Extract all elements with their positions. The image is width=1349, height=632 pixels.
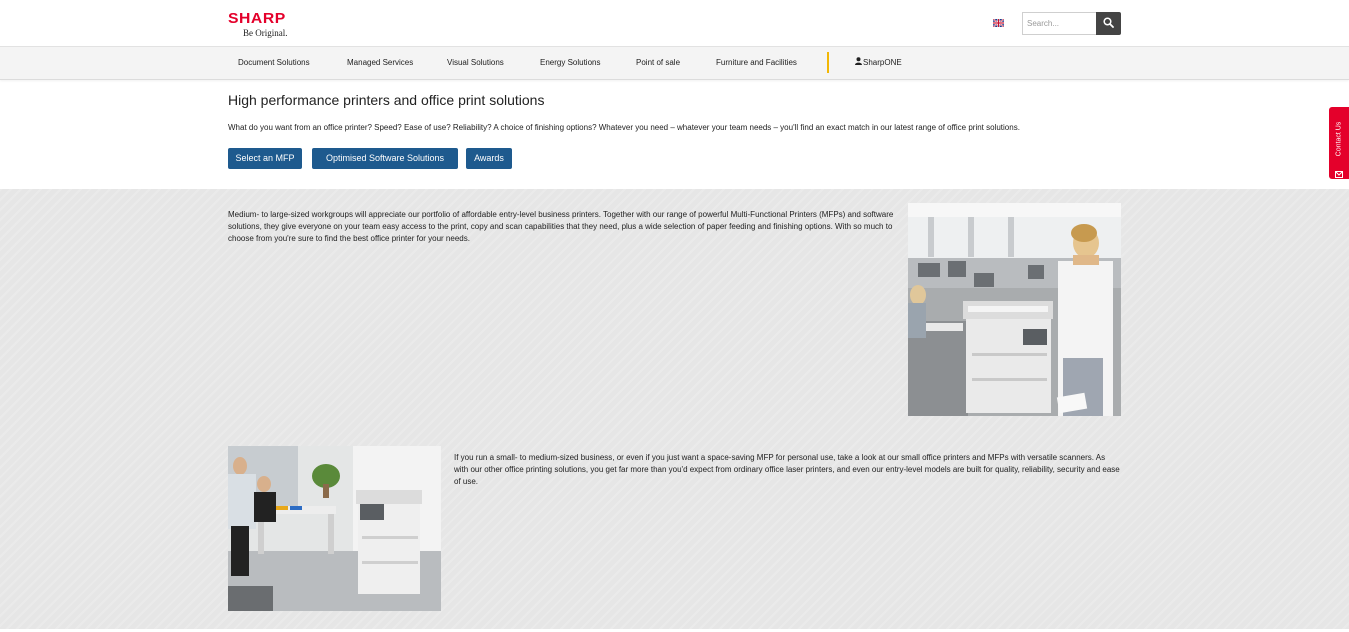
nav-item-visual-solutions[interactable]: Visual Solutions — [447, 47, 504, 79]
user-icon — [855, 47, 862, 79]
content-band — [0, 189, 1349, 629]
nav-separator — [827, 52, 829, 73]
contact-us-label: Contact Us — [1335, 121, 1343, 157]
nav-item-document-solutions[interactable]: Document Solutions — [238, 47, 310, 79]
optimised-software-button[interactable]: Optimised Software Solutions — [312, 148, 458, 169]
brand-tagline: Be Original. — [243, 28, 288, 38]
intro-text: What do you want from an office printer?… — [228, 123, 1020, 132]
nav-item-sharpone[interactable]: SharpONE — [855, 47, 902, 79]
search-icon — [1103, 15, 1114, 33]
sharp-logo[interactable]: SHARP Be Original. — [228, 10, 308, 40]
uk-flag-icon[interactable] — [993, 19, 1004, 27]
nav-item-furniture-facilities[interactable]: Furniture and Facilities — [716, 47, 797, 79]
select-mfp-button[interactable]: Select an MFP — [228, 148, 302, 169]
small-office-photo — [228, 446, 441, 611]
search-input[interactable] — [1022, 12, 1097, 35]
workgroup-paragraph: Medium- to large-sized workgroups will a… — [228, 210, 894, 243]
nav-item-label: SharpONE — [863, 58, 902, 68]
mail-icon — [1335, 165, 1343, 183]
nav-item-point-of-sale[interactable]: Point of sale — [636, 47, 680, 79]
search-button[interactable] — [1096, 12, 1121, 35]
awards-button[interactable]: Awards — [466, 148, 512, 169]
small-business-paragraph: If you run a small- to medium-sized busi… — [454, 453, 1120, 486]
page-title: High performance printers and office pri… — [228, 92, 545, 108]
search-box — [1022, 12, 1121, 35]
site-header: SHARP Be Original. — [0, 0, 1349, 47]
nav-item-energy-solutions[interactable]: Energy Solutions — [540, 47, 600, 79]
brand-name: SHARP — [228, 10, 286, 27]
nav-item-managed-services[interactable]: Managed Services — [347, 47, 413, 79]
main-nav: Document Solutions Managed Services Visu… — [0, 47, 1349, 80]
contact-us-tab[interactable]: Contact Us — [1329, 107, 1349, 179]
office-printer-photo — [908, 203, 1121, 416]
